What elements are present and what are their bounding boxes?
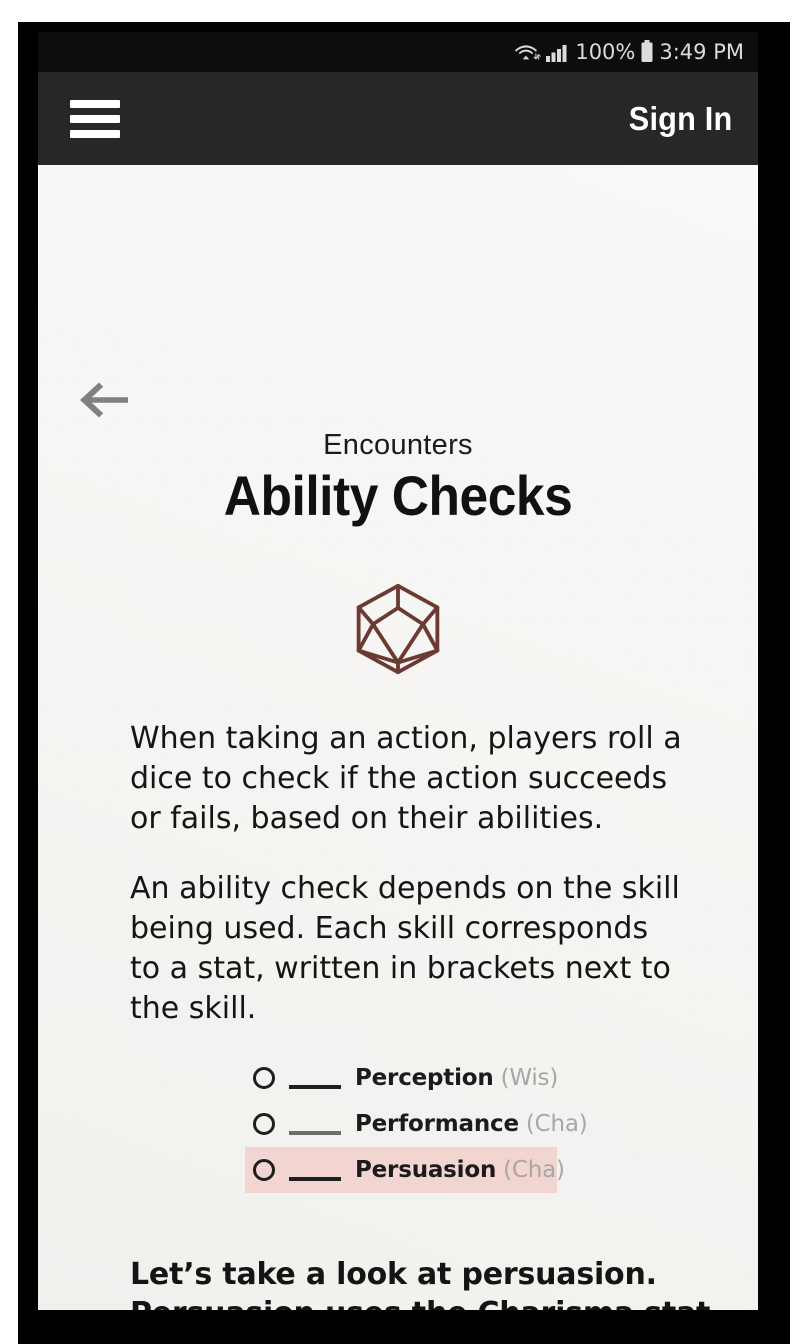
skill-name: Performance <box>355 1111 519 1137</box>
wifi-with-data-arrows-icon <box>515 41 542 63</box>
callout-text: Let’s take a look at persuasion. Persuas… <box>130 1255 730 1310</box>
clock-label: 3:49 PM <box>659 39 744 64</box>
skill-stat: (Wis) <box>500 1065 559 1091</box>
circle-bullet-icon <box>253 1159 275 1181</box>
skill-stat: (Cha) <box>525 1111 588 1137</box>
skill-stat: (Cha) <box>503 1157 565 1183</box>
d20-dice-icon <box>350 581 446 677</box>
blank-line <box>289 1177 341 1181</box>
page-content: Encounters Ability Checks When taking an… <box>38 165 758 1310</box>
phone-screen: 100% 3:49 PM Sign In Encounters Ability … <box>38 32 758 1310</box>
section-eyebrow: Encounters <box>323 429 473 461</box>
body-paragraph-1: When taking an action, players roll a di… <box>130 721 682 836</box>
blank-line <box>289 1085 341 1089</box>
back-button[interactable] <box>78 377 130 423</box>
battery-percent-label: 100% <box>575 39 636 64</box>
skill-row-perception[interactable]: Perception (Wis) <box>245 1055 559 1101</box>
status-bar: 100% 3:49 PM <box>38 32 758 72</box>
blank-line <box>289 1131 341 1135</box>
hamburger-menu-icon[interactable] <box>70 99 120 138</box>
body-paragraph-2: An ability check depends on the skill be… <box>130 871 680 1026</box>
hamburger-bar-2 <box>70 114 120 123</box>
hamburger-bar-1 <box>70 99 120 108</box>
circle-bullet-icon <box>253 1067 275 1089</box>
skill-name: Persuasion <box>355 1157 497 1183</box>
sign-in-button[interactable]: Sign In <box>628 100 732 138</box>
app-header: Sign In <box>38 72 758 165</box>
cellular-signal-icon <box>546 41 570 63</box>
phone-frame: 100% 3:49 PM Sign In Encounters Ability … <box>18 22 790 1344</box>
battery-full-icon <box>640 40 654 64</box>
arrow-left-icon <box>80 382 128 418</box>
skill-list: Perception (Wis) Performance (Cha) Persu… <box>245 1055 588 1193</box>
skill-row-performance[interactable]: Performance (Cha) <box>245 1101 588 1147</box>
page-title: Ability Checks <box>223 464 573 527</box>
hamburger-bar-3 <box>70 129 120 138</box>
callout-line-1: Let’s take a look at persuasion. <box>130 1257 657 1292</box>
circle-bullet-icon <box>253 1113 275 1135</box>
status-bar-icons: 100% 3:49 PM <box>515 40 744 64</box>
skill-row-persuasion[interactable]: Persuasion (Cha) <box>245 1147 565 1193</box>
skill-name: Perception <box>355 1065 494 1091</box>
callout-line-2: Persuasion uses the Charisma stat. <box>130 1294 730 1310</box>
